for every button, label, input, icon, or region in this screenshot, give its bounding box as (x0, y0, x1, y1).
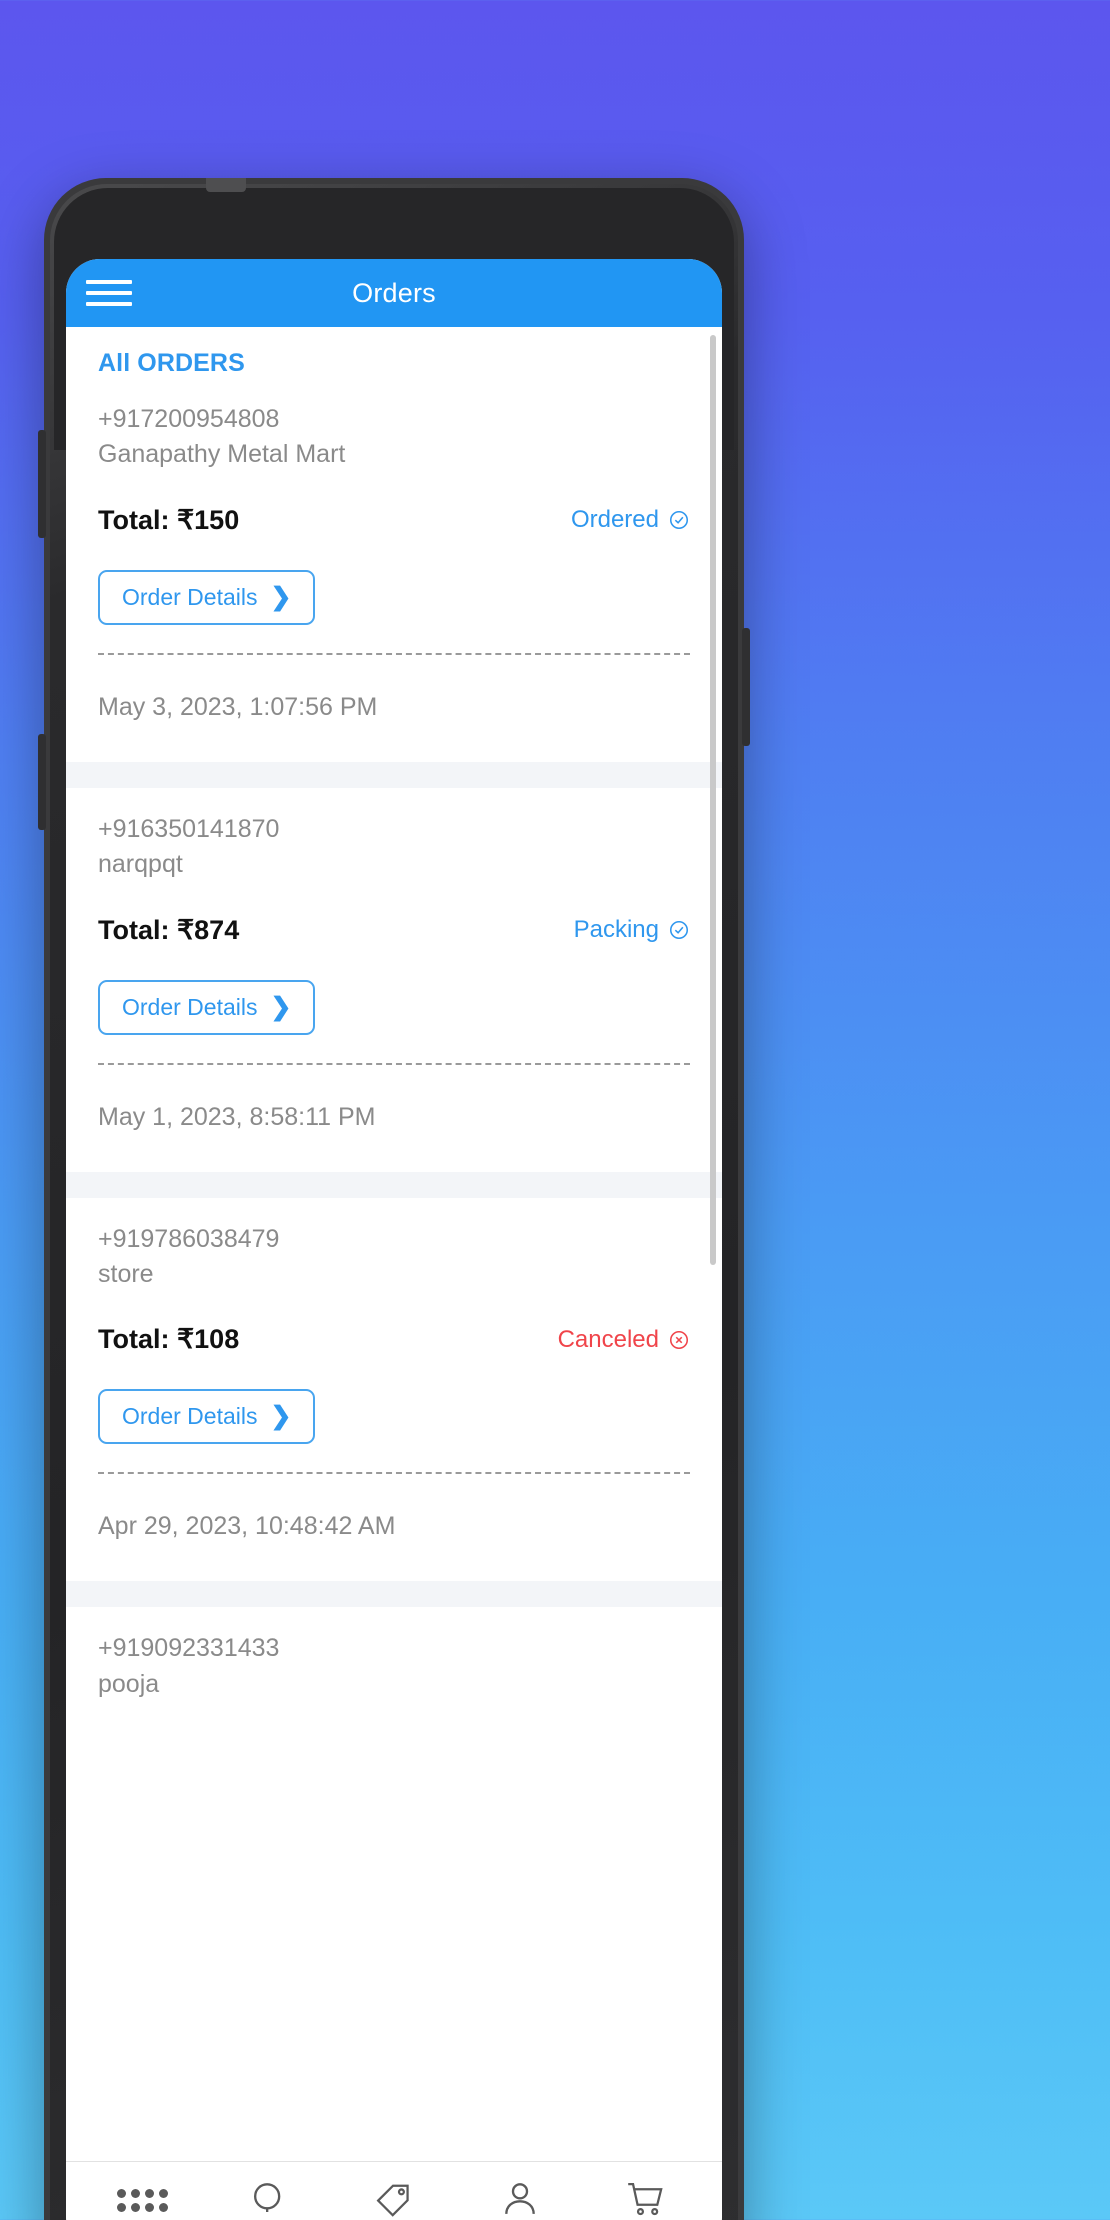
order-store-name: narqpqt (98, 850, 183, 878)
page-title: Orders (352, 277, 436, 308)
phone-screen: Orders All ORDERS +917200954808 Ganapath… (66, 259, 722, 2220)
order-details-label: Order Details (122, 993, 258, 1020)
order-details-label: Order Details (122, 583, 258, 610)
volume-up-button[interactable] (38, 430, 46, 538)
nav-item-apps[interactable] (80, 2189, 206, 2212)
account-person-icon (500, 2178, 540, 2220)
app-header-bar: Orders (66, 259, 722, 327)
chevron-right-icon: ❯ (270, 992, 292, 1021)
shopping-cart-icon (624, 2178, 666, 2220)
order-total: Total: ₹150 (98, 504, 240, 535)
order-phone-number: +916350141870 (98, 814, 280, 843)
hamburger-menu-icon[interactable] (86, 276, 132, 310)
status-label: Packing (573, 916, 659, 943)
chevron-right-icon: ❯ (270, 1402, 292, 1431)
order-details-button[interactable]: Order Details ❯ (98, 1389, 316, 1445)
order-total-row: Total: ₹874 Packing (98, 915, 690, 946)
section-label-all-orders: All ORDERS (98, 349, 245, 377)
list-separator-band (66, 1581, 722, 1608)
search-circle-icon (248, 2178, 288, 2220)
order-details-button[interactable]: Order Details ❯ (98, 979, 316, 1035)
order-timestamp: Apr 29, 2023, 10:48:42 AM (66, 1474, 722, 1582)
order-timestamp: May 3, 2023, 1:07:56 PM (66, 654, 722, 762)
order-total-row: Total: ₹108 Canceled (98, 1324, 690, 1355)
status-label: Ordered (570, 506, 659, 534)
apps-grid-icon (117, 2189, 169, 2212)
status-badge: Ordered (571, 506, 690, 534)
bottom-navigation-bar (66, 2161, 722, 2220)
order-card[interactable]: +917200954808 Ganapathy Metal Mart Total… (66, 378, 722, 655)
status-badge: Packing (574, 916, 690, 944)
order-store-name: pooja (98, 1669, 160, 1698)
order-timestamp: May 1, 2023, 8:58:11 PM (66, 1064, 722, 1172)
status-label: Canceled (557, 1325, 659, 1353)
bezel-notch-strip (206, 178, 246, 192)
check-circle-icon (668, 919, 690, 941)
scrollbar-thumb[interactable] (710, 335, 716, 1265)
order-store-name: store (98, 1259, 154, 1288)
list-separator-band (66, 761, 722, 788)
order-total-row: Total: ₹150 Ordered (98, 505, 690, 536)
nav-item-account[interactable] (457, 2178, 583, 2220)
phone-device-frame: Orders All ORDERS +917200954808 Ganapath… (38, 178, 750, 2220)
nav-item-offers[interactable] (331, 2178, 457, 2220)
nav-item-cart[interactable] (582, 2178, 708, 2220)
orders-list[interactable]: All ORDERS +917200954808 Ganapathy Metal… (66, 327, 722, 2220)
order-total: Total: ₹108 (98, 1324, 240, 1355)
tag-offer-icon (373, 2178, 415, 2220)
order-store-name: Ganapathy Metal Mart (98, 440, 346, 469)
nav-item-search[interactable] (206, 2178, 332, 2220)
order-total: Total: ₹874 (98, 914, 240, 945)
order-card[interactable]: +919092331433 pooja (66, 1607, 722, 1700)
volume-down-button[interactable] (38, 734, 46, 830)
order-details-button[interactable]: Order Details ❯ (98, 569, 316, 625)
power-button[interactable] (742, 628, 750, 746)
order-phone-number: +919092331433 (98, 1634, 280, 1663)
list-separator-band (66, 1171, 722, 1198)
order-phone-number: +917200954808 (98, 405, 280, 433)
chevron-right-icon: ❯ (270, 582, 292, 611)
order-details-label: Order Details (122, 1403, 258, 1430)
order-phone-number: +919786038479 (98, 1224, 280, 1253)
check-circle-icon (668, 509, 690, 531)
order-card[interactable]: +919786038479 store Total: ₹108 Canceled (66, 1197, 722, 1475)
status-badge: Canceled (558, 1326, 690, 1354)
x-circle-icon (668, 1329, 690, 1351)
order-card[interactable]: +916350141870 narqpqt Total: ₹874 Packin… (66, 787, 722, 1065)
